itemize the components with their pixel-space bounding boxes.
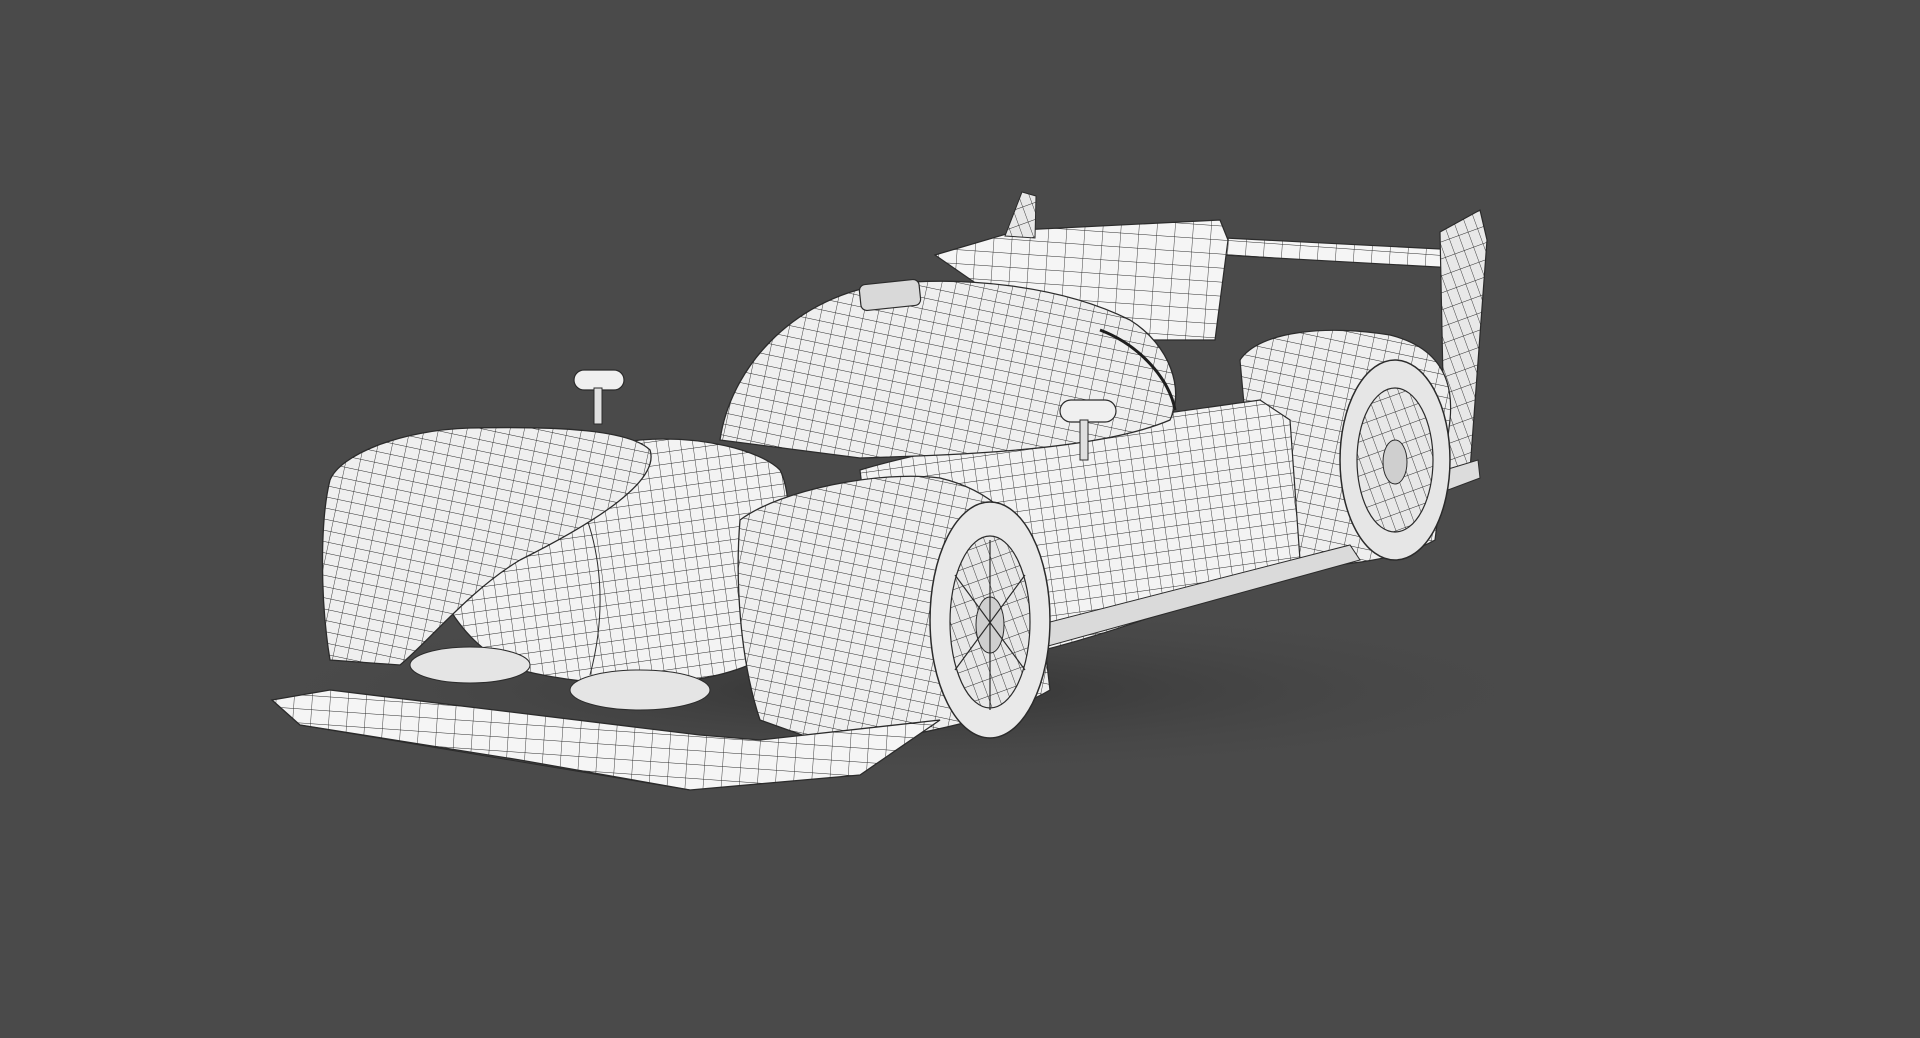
3d-viewport[interactable] bbox=[0, 0, 1920, 1038]
rear-wheel bbox=[1339, 359, 1451, 561]
front-wheel bbox=[929, 501, 1051, 739]
wireframe-render bbox=[200, 191, 1600, 791]
